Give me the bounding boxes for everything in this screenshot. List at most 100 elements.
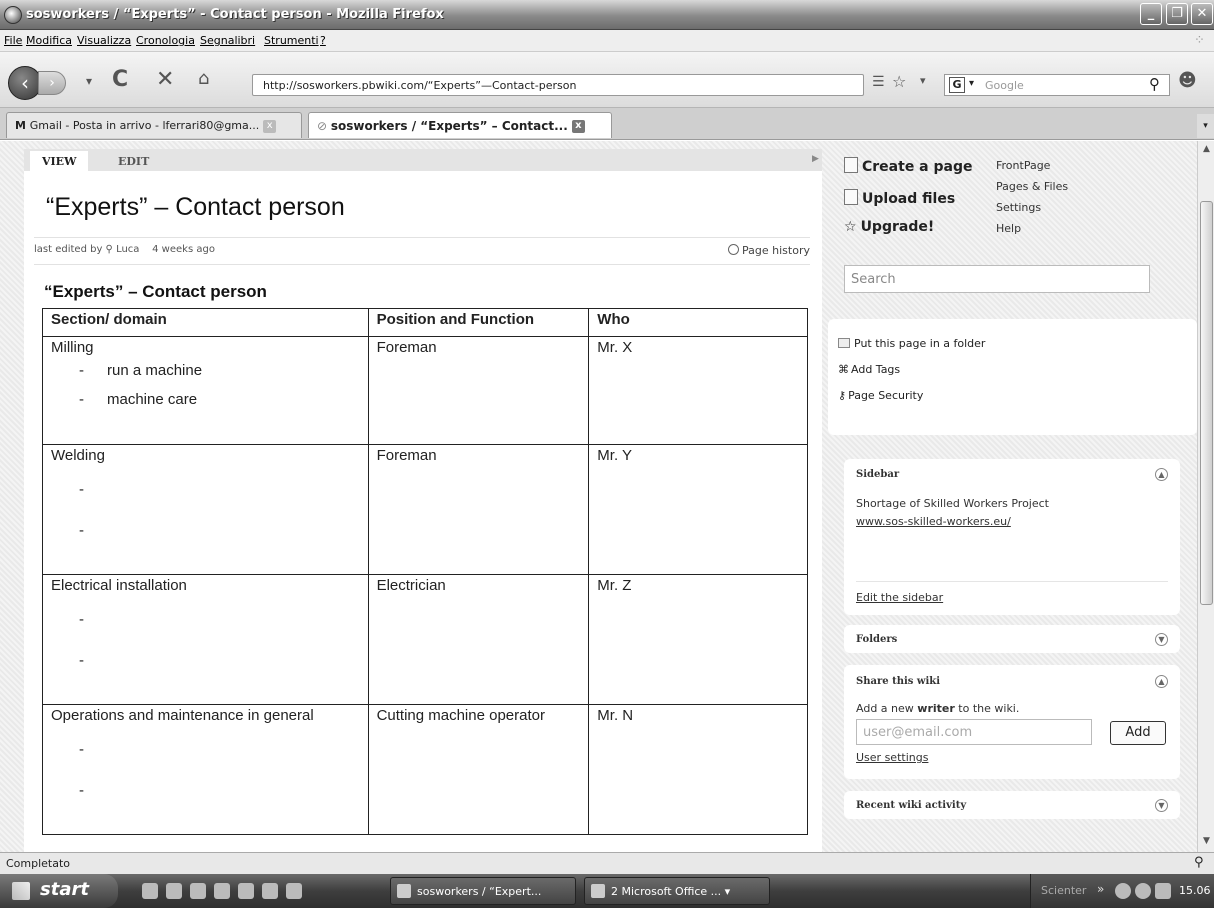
tab-edit[interactable]: EDIT — [106, 151, 161, 172]
wiki-search-input[interactable]: Search — [844, 265, 1150, 293]
menu-help[interactable]: ? — [320, 34, 326, 47]
addon-icon[interactable]: ☻ — [1178, 70, 1197, 91]
sidebar-widget-title: Sidebar — [856, 469, 900, 480]
collapse-icon[interactable]: ▲ — [1155, 675, 1168, 688]
menu-file[interactable]: File — [4, 34, 22, 47]
page-history-link[interactable]: Page history — [728, 244, 810, 257]
taskbar-firefox-window[interactable]: sosworkers / “Expert... — [390, 877, 576, 905]
vertical-scrollbar[interactable]: ▲ ▼ — [1197, 141, 1214, 852]
quicklaunch-filezilla-icon[interactable] — [166, 883, 182, 899]
cell-section: Electrical installation - - — [42, 574, 369, 705]
put-in-folder-link[interactable]: Put this page in a folder — [838, 337, 985, 350]
email-placeholder: user@email.com — [863, 725, 973, 740]
tab-list-icon[interactable]: ▾ — [1197, 114, 1214, 138]
tab-bar: M Gmail - Posta in arrivo - lferrari80@g… — [0, 108, 1214, 140]
cell-position: Foreman — [367, 444, 590, 575]
frontpage-link[interactable]: FrontPage — [996, 159, 1050, 172]
section-name: Welding — [51, 447, 105, 464]
history-dropdown-icon[interactable]: ▾ — [86, 74, 92, 88]
tab-view[interactable]: VIEW — [30, 151, 89, 173]
create-page-button[interactable]: Create a page — [844, 157, 973, 175]
tab-gmail[interactable]: M Gmail - Posta in arrivo - lferrari80@g… — [6, 112, 302, 138]
add-writer-button[interactable]: Add — [1110, 721, 1166, 745]
menu-segnalibri[interactable]: Segnalibri — [200, 34, 255, 47]
put-in-folder-label: Put this page in a folder — [854, 337, 986, 350]
bookmark-star-icon[interactable]: ☆ — [892, 72, 906, 91]
taskbar-office-group[interactable]: 2 Microsoft Office ... ▾ — [584, 877, 770, 905]
list-item: - run a machine — [79, 362, 203, 379]
url-bar[interactable]: http://sosworkers.pbwiki.com/“Experts”—C… — [252, 74, 864, 96]
quicklaunch-media-icon[interactable] — [286, 883, 302, 899]
scroll-thumb[interactable] — [1200, 201, 1213, 605]
expand-icon[interactable]: ▼ — [1155, 633, 1168, 646]
add-tags-link[interactable]: ⌘ Add Tags — [838, 363, 900, 376]
user-settings-link[interactable]: User settings — [856, 751, 928, 764]
create-page-label: Create a page — [862, 159, 973, 175]
upload-icon — [844, 189, 858, 205]
new-page-icon — [844, 157, 858, 173]
forward-button[interactable]: › — [38, 71, 66, 95]
home-icon[interactable]: ⌂ — [198, 68, 209, 89]
recent-activity-widget[interactable]: Recent wiki activity ▼ — [844, 791, 1180, 819]
upload-files-button[interactable]: Upload files — [844, 189, 955, 207]
upgrade-button[interactable]: ☆ Upgrade! — [844, 219, 934, 235]
collapse-icon[interactable]: ▲ — [1155, 468, 1168, 481]
tray-app-icon[interactable] — [1115, 883, 1131, 899]
close-button[interactable]: ✕ — [1191, 3, 1213, 25]
quicklaunch-skype-icon[interactable] — [262, 883, 278, 899]
page-tools-box: Put this page in a folder ⌘ Add Tags ⚷ Pag… — [828, 319, 1197, 435]
tray-expand-icon[interactable]: » — [1097, 882, 1104, 896]
tray-network-icon[interactable] — [1135, 883, 1151, 899]
tab-sosworkers[interactable]: ⊘ sosworkers / “Experts” – Contact... x — [308, 112, 612, 138]
expand-icon[interactable]: ▼ — [1155, 799, 1168, 812]
page-history-label: Page history — [742, 244, 810, 257]
wiki-sidebar-panel: Create a page Upload files ☆ Upgrade! Fro… — [828, 141, 1197, 852]
edit-sidebar-link[interactable]: Edit the sidebar — [856, 591, 943, 604]
tab-close-icon[interactable]: x — [263, 119, 277, 133]
pages-files-link[interactable]: Pages & Files — [996, 180, 1068, 193]
settings-link[interactable]: Settings — [996, 201, 1041, 214]
menu-modifica[interactable]: Modifica — [26, 34, 72, 47]
stop-icon[interactable]: ✕ — [156, 67, 174, 92]
search-magnifier-icon[interactable]: ⚲ — [1149, 75, 1160, 93]
status-addon-icon[interactable]: ⚲ — [1194, 855, 1204, 870]
quicklaunch-ie-icon[interactable] — [142, 883, 158, 899]
rss-icon[interactable]: ☰ — [872, 74, 885, 90]
folders-title: Folders — [856, 634, 898, 645]
menu-strumenti[interactable]: Strumenti — [264, 34, 319, 47]
search-bar[interactable]: G ▾ Google ⚲ — [944, 74, 1170, 96]
upload-files-label: Upload files — [862, 191, 956, 207]
search-engine-icon[interactable]: G — [949, 77, 965, 93]
restore-button[interactable]: ❐ — [1166, 3, 1188, 25]
folders-widget[interactable]: Folders ▼ — [844, 625, 1180, 653]
page-title: “Experts” – Contact person — [46, 193, 345, 221]
add-tags-label: Add Tags — [851, 363, 901, 376]
cell-position: Cutting machine operator — [367, 704, 590, 835]
quicklaunch-firefox-icon[interactable] — [214, 883, 230, 899]
help-link[interactable]: Help — [996, 222, 1021, 235]
engine-dropdown-icon[interactable]: ▾ — [969, 78, 974, 89]
project-website-link[interactable]: www.sos-skilled-workers.eu/ — [856, 515, 1011, 528]
scroll-down-icon[interactable]: ▼ — [1200, 835, 1213, 848]
tab-close-icon[interactable]: x — [571, 120, 585, 133]
meta-user[interactable]: Luca — [116, 244, 139, 255]
divider — [34, 264, 810, 265]
menu-visualizza[interactable]: Visualizza — [77, 34, 131, 47]
minimize-button[interactable]: _ — [1140, 3, 1162, 25]
back-button[interactable]: ‹ — [8, 66, 42, 100]
windows-taskbar: start sosworkers / “Expert... 2 Microsof… — [0, 874, 1214, 908]
start-button[interactable]: start — [0, 874, 118, 908]
cell-who: Mr. N — [588, 704, 808, 835]
tray-monitor-icon[interactable] — [1155, 883, 1171, 899]
folder-icon — [838, 338, 850, 348]
scroll-up-icon[interactable]: ▲ — [1200, 143, 1213, 156]
quicklaunch-app-icon[interactable] — [190, 883, 206, 899]
email-input[interactable]: user@email.com — [856, 719, 1092, 745]
menu-cronologia[interactable]: Cronologia — [136, 34, 195, 47]
header-position: Position and Function — [367, 308, 590, 337]
bookmark-dropdown-icon[interactable]: ▾ — [920, 74, 926, 87]
collapse-arrow-icon[interactable]: ▶ — [812, 154, 819, 164]
page-security-link[interactable]: ⚷ Page Security — [838, 389, 923, 402]
reload-icon[interactable]: C — [112, 67, 128, 92]
quicklaunch-network-icon[interactable] — [238, 883, 254, 899]
